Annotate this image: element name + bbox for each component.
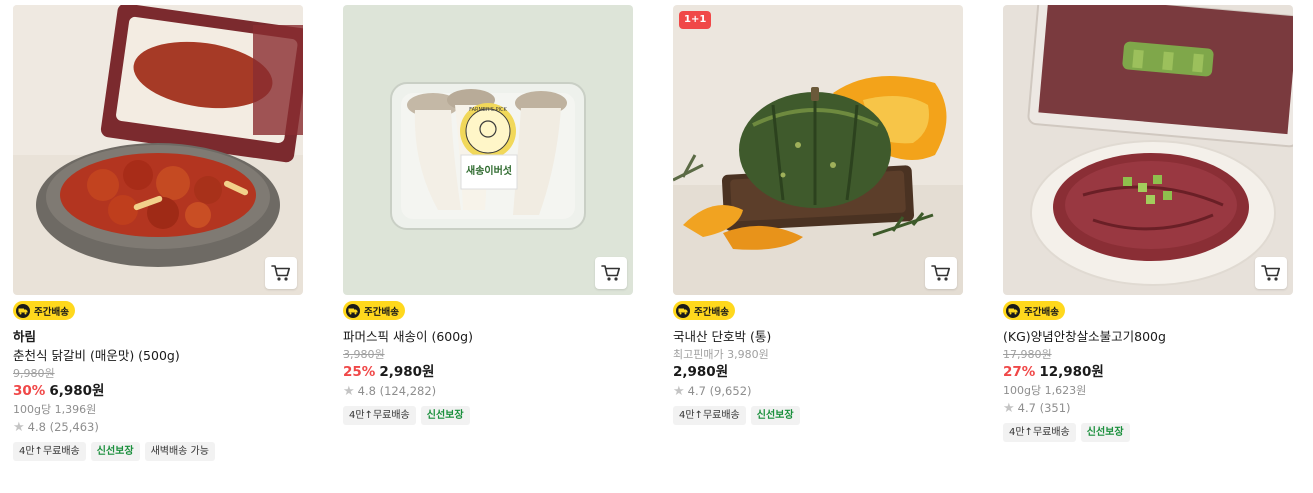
- product-image[interactable]: [13, 5, 303, 295]
- original-price: 3,980원: [343, 347, 385, 361]
- sale-price: 12,980원: [1039, 363, 1104, 380]
- cart-icon: [601, 265, 620, 281]
- star-icon: ★: [13, 419, 25, 435]
- star-icon: ★: [673, 383, 685, 399]
- rating-value: 4.7 (351): [1017, 400, 1071, 415]
- product-name[interactable]: 국내산 단호박 (통): [673, 327, 963, 346]
- rating: ★ 4.8 (25,463): [13, 418, 303, 437]
- unit-price: 100g당 1,623원: [1003, 383, 1087, 397]
- unit-price: 100g당 1,396원: [13, 402, 97, 416]
- original-price: 17,980원: [1003, 347, 1052, 361]
- add-to-cart-button[interactable]: [595, 257, 627, 289]
- truck-icon: [346, 303, 360, 318]
- price-row: 30% 6,980원: [13, 382, 303, 401]
- product-name[interactable]: (KG)양념안창살소불고기800g: [1003, 327, 1293, 346]
- package-brand: FARMER'S PICK: [469, 107, 507, 113]
- delivery-badge-label: 주간배송: [364, 306, 399, 318]
- lowest-price-note: 최고핀매가 3,980원: [673, 347, 769, 361]
- truck-icon: [676, 303, 690, 318]
- free-shipping-tag: 4만↑무료배송: [13, 441, 86, 461]
- tag-list: 4만↑무료배송 신선보장: [343, 405, 633, 425]
- weekly-delivery-badge: 주간배송: [673, 301, 735, 320]
- rating-value: 4.8 (25,463): [27, 419, 99, 434]
- promo-badge: 1+1: [679, 11, 712, 29]
- truck-icon: [16, 303, 30, 318]
- product-card[interactable]: 주간배송 하림 춘천식 닭갈비 (매운맛) (500g) 9,980원 30% 6…: [13, 5, 303, 461]
- free-shipping-tag: 4만↑무료배송: [1003, 422, 1076, 442]
- sale-price: 2,980원: [379, 363, 435, 380]
- package-label: 새송이버섯: [466, 164, 512, 177]
- cart-icon: [271, 265, 290, 281]
- product-card[interactable]: 새송이버섯 FARMER'S PICK 주간배송 파머스픽 새송이 (600g)…: [343, 5, 633, 425]
- product-card[interactable]: 주간배송 (KG)양념안창살소불고기800g 17,980원 27% 12,980…: [1003, 5, 1293, 442]
- truck-icon: [1006, 303, 1020, 318]
- weekly-delivery-badge: 주간배송: [343, 301, 405, 320]
- star-icon: ★: [1003, 400, 1015, 416]
- star-icon: ★: [343, 383, 355, 399]
- free-shipping-tag: 4만↑무료배송: [343, 405, 416, 425]
- weekly-delivery-badge: 주간배송: [13, 301, 75, 320]
- sale-price: 2,980원: [673, 363, 729, 380]
- free-shipping-tag: 4만↑무료배송: [673, 405, 746, 425]
- sale-price: 6,980원: [49, 382, 105, 399]
- freshness-tag: 신선보장: [1080, 422, 1130, 442]
- kabocha-squash-photo: [673, 5, 963, 295]
- delivery-badge-label: 주간배송: [34, 306, 69, 318]
- bulgogi-photo: [1003, 5, 1293, 295]
- product-name[interactable]: 파머스픽 새송이 (600g): [343, 327, 633, 346]
- product-image[interactable]: 새송이버섯 FARMER'S PICK: [343, 5, 633, 295]
- discount-rate: 27%: [1003, 363, 1036, 380]
- rating: ★ 4.7 (351): [1003, 399, 1293, 418]
- tag-list: 4만↑무료배송 신선보장: [1003, 422, 1293, 442]
- original-price: 9,980원: [13, 366, 55, 380]
- tag-list: 4만↑무료배송 신선보장 새벽배송 가능: [13, 441, 303, 461]
- add-to-cart-button[interactable]: [265, 257, 297, 289]
- cart-icon: [931, 265, 950, 281]
- price-row: 25% 2,980원: [343, 363, 633, 382]
- tag-list: 4만↑무료배송 신선보장: [673, 405, 963, 425]
- add-to-cart-button[interactable]: [925, 257, 957, 289]
- product-name[interactable]: 춘천식 닭갈비 (매운맛) (500g): [13, 346, 303, 365]
- dakgalbi-photo: [13, 5, 303, 295]
- rating-value: 4.8 (124,282): [357, 383, 437, 398]
- product-grid: 주간배송 하림 춘천식 닭갈비 (매운맛) (500g) 9,980원 30% 6…: [0, 0, 1313, 493]
- dawn-delivery-tag: 새벽배송 가능: [144, 441, 215, 461]
- price-row: 27% 12,980원: [1003, 363, 1293, 382]
- product-image[interactable]: [1003, 5, 1293, 295]
- freshness-tag: 신선보장: [750, 405, 800, 425]
- cart-icon: [1261, 265, 1280, 281]
- delivery-badge-label: 주간배송: [1024, 306, 1059, 318]
- product-image[interactable]: 1+1: [673, 5, 963, 295]
- weekly-delivery-badge: 주간배송: [1003, 301, 1065, 320]
- add-to-cart-button[interactable]: [1255, 257, 1287, 289]
- discount-rate: 25%: [343, 363, 376, 380]
- rating: ★ 4.7 (9,652): [673, 382, 963, 401]
- price-row: 2,980원: [673, 363, 963, 382]
- delivery-badge-label: 주간배송: [694, 306, 729, 318]
- product-brand: 하림: [13, 328, 37, 344]
- product-card[interactable]: 1+1 주간배송 국내산 단호박 (통) 최고핀매가 3,980원 2,980원…: [673, 5, 963, 425]
- king-oyster-mushroom-photo: 새송이버섯 FARMER'S PICK: [343, 5, 633, 295]
- freshness-tag: 신선보장: [420, 405, 470, 425]
- freshness-tag: 신선보장: [90, 441, 140, 461]
- rating: ★ 4.8 (124,282): [343, 382, 633, 401]
- discount-rate: 30%: [13, 382, 46, 399]
- rating-value: 4.7 (9,652): [687, 383, 752, 398]
